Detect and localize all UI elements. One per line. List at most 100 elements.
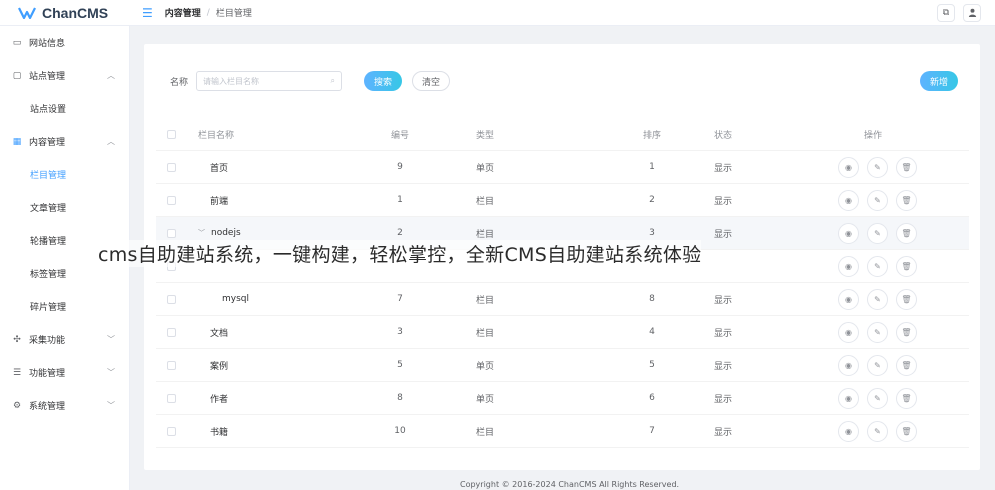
cell-state: 显示 (714, 427, 733, 438)
row-checkbox[interactable] (167, 162, 176, 172)
edit-icon[interactable]: ✎ (867, 420, 888, 442)
cell-name-text: 前端 (210, 196, 229, 207)
filter-name-label: 名称 (170, 77, 189, 88)
cell-name-text: nodejs (211, 228, 241, 238)
trash-icon[interactable]: 🗑 (896, 288, 917, 310)
filter-bar: 名称 ⌕ 搜索 清空 (170, 71, 451, 91)
breadcrumb-item-current: 栏目管理 (215, 9, 252, 19)
row-checkbox[interactable] (167, 327, 176, 337)
sidebar-item-content-manage[interactable]: ▦ 内容管理 ︿ (0, 125, 129, 158)
cell-actions: ◉ ✎ 🗑 (818, 189, 969, 211)
cell-type: 栏目 (476, 427, 495, 438)
row-checkbox[interactable] (167, 294, 176, 304)
table-row[interactable]: 书籍 10 栏目 7 显示 ◉ ✎ 🗑 (156, 415, 969, 448)
row-checkbox[interactable] (167, 360, 176, 370)
sidebar-item-system-manage[interactable]: ⚙ 系统管理 ﹀ (0, 389, 129, 422)
row-checkbox[interactable] (167, 228, 176, 238)
trash-icon[interactable]: 🗑 (896, 420, 917, 442)
table-row[interactable]: 首页 9 单页 1 显示 ◉ ✎ 🗑 (156, 151, 969, 184)
eye-icon[interactable]: ◉ (838, 354, 859, 376)
trash-icon[interactable]: 🗑 (896, 387, 917, 409)
cell-sort: 2 (649, 195, 655, 205)
column-header-id: 编号 (390, 130, 409, 141)
edit-icon[interactable]: ✎ (867, 222, 888, 244)
sidebar-item-fragment-manage[interactable]: 碎片管理 (0, 290, 129, 323)
monitor-icon: ▢ (12, 70, 22, 81)
row-checkbox[interactable] (167, 393, 176, 403)
cell-sort: 6 (649, 393, 655, 403)
sidebar-item-label: 轮播管理 (30, 237, 67, 247)
logo-icon (18, 7, 36, 19)
edit-icon[interactable]: ✎ (867, 189, 888, 211)
trash-icon[interactable]: 🗑 (896, 189, 917, 211)
sidebar-item-label: 标签管理 (30, 270, 67, 280)
user-icon[interactable] (963, 3, 981, 22)
trash-icon[interactable]: 🗑 (896, 321, 917, 343)
sidebar-item-function-manage[interactable]: ☰ 功能管理 ﹀ (0, 356, 129, 389)
top-header: ChanCMS ☰ 内容管理 / 栏目管理 ⧉ (0, 0, 995, 26)
edit-icon[interactable]: ✎ (867, 288, 888, 310)
chevron-down-icon[interactable]: ﹀ (198, 229, 205, 237)
trash-icon[interactable]: 🗑 (896, 354, 917, 376)
eye-icon[interactable]: ◉ (838, 222, 859, 244)
cell-actions: ◉ ✎ 🗑 (818, 354, 969, 376)
cell-state: 显示 (714, 196, 733, 207)
trash-icon[interactable]: 🗑 (896, 222, 917, 244)
eye-icon[interactable]: ◉ (838, 387, 859, 409)
eye-icon[interactable]: ◉ (838, 288, 859, 310)
search-icon[interactable]: ⌕ (331, 76, 335, 86)
eye-icon[interactable]: ◉ (838, 156, 859, 178)
edit-icon[interactable]: ✎ (867, 387, 888, 409)
sidebar-item-label: 碎片管理 (30, 303, 67, 313)
breadcrumb-item-content[interactable]: 内容管理 (165, 6, 201, 19)
cell-name: 书籍 (196, 425, 364, 438)
sidebar-item-article-manage[interactable]: 文章管理 (0, 191, 129, 224)
search-input[interactable] (203, 76, 331, 86)
table-row[interactable]: 文档 3 栏目 4 显示 ◉ ✎ 🗑 (156, 316, 969, 349)
sidebar-item-site-manage[interactable]: ▢ 站点管理 ︿ (0, 59, 129, 92)
table-row[interactable]: 案例 5 单页 5 显示 ◉ ✎ 🗑 (156, 349, 969, 382)
sidebar-item-site-info[interactable]: ▭ 网站信息 (0, 26, 129, 59)
breadcrumb-separator: / (206, 7, 210, 18)
eye-icon[interactable]: ◉ (838, 189, 859, 211)
trash-icon[interactable]: 🗑 (896, 156, 917, 178)
cell-state: 显示 (714, 163, 733, 174)
cell-state: 显示 (714, 361, 733, 372)
external-link-icon[interactable]: ⧉ (937, 3, 955, 22)
clear-button[interactable]: 清空 (412, 71, 451, 91)
edit-icon[interactable]: ✎ (867, 321, 888, 343)
cell-sort: 5 (649, 360, 655, 370)
row-checkbox[interactable] (167, 195, 176, 205)
sidebar-item-site-settings[interactable]: 站点设置 (0, 92, 129, 125)
search-button[interactable]: 搜索 (364, 71, 403, 91)
trash-icon[interactable]: 🗑 (896, 255, 917, 277)
select-all-checkbox[interactable] (167, 129, 176, 139)
sidebar-item-label: 采集功能 (29, 336, 66, 346)
logo[interactable]: ChanCMS (0, 5, 130, 21)
sidebar-item-category-manage[interactable]: 栏目管理 (0, 158, 129, 191)
edit-icon[interactable]: ✎ (867, 354, 888, 376)
sliders-icon: ☰ (12, 367, 22, 378)
eye-icon[interactable]: ◉ (838, 255, 859, 277)
eye-icon[interactable]: ◉ (838, 321, 859, 343)
table-row[interactable]: 前端 1 栏目 2 显示 ◉ ✎ 🗑 (156, 184, 969, 217)
add-button[interactable]: 新增 (920, 71, 958, 91)
cell-id: 10 (394, 426, 406, 436)
column-header-actions: 操作 (864, 130, 883, 141)
hamburger-icon[interactable]: ☰ (142, 6, 153, 20)
cell-id: 1 (397, 195, 403, 205)
edit-icon[interactable]: ✎ (867, 255, 888, 277)
breadcrumb: 内容管理 / 栏目管理 (165, 6, 252, 20)
cell-sort: 1 (649, 162, 655, 172)
cell-name: 前端 (196, 194, 364, 207)
eye-icon[interactable]: ◉ (838, 420, 859, 442)
sidebar-item-collect[interactable]: ✣ 采集功能 ﹀ (0, 323, 129, 356)
cell-type: 栏目 (476, 328, 495, 339)
cell-id: 3 (397, 327, 403, 337)
table-row[interactable]: 作者 8 单页 6 显示 ◉ ✎ 🗑 (156, 382, 969, 415)
search-field[interactable]: ⌕ (196, 71, 343, 91)
cell-actions: ◉ ✎ 🗑 (818, 420, 969, 442)
table-row[interactable]: mysql 7 栏目 8 显示 ◉ ✎ 🗑 (156, 283, 969, 316)
edit-icon[interactable]: ✎ (867, 156, 888, 178)
row-checkbox[interactable] (167, 426, 176, 436)
